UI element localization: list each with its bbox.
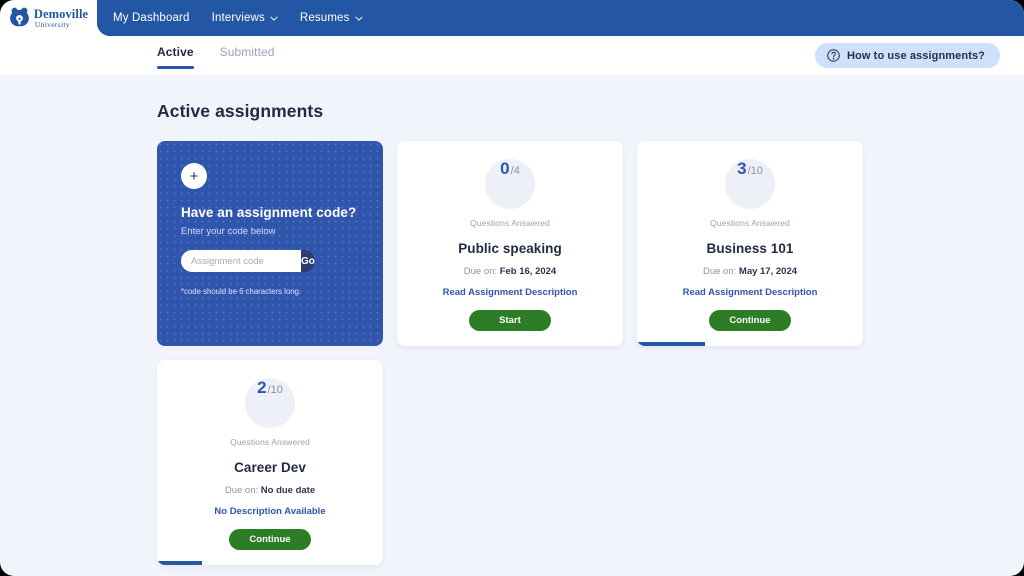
chevron-down-icon — [354, 16, 363, 21]
assignment-title: Career Dev — [234, 460, 306, 475]
due-prefix: Due on: — [702, 266, 739, 277]
assignment-description-link[interactable]: Read Assignment Description — [443, 287, 578, 298]
due-value: May 17, 2024 — [738, 266, 798, 277]
assignment-due: Due on: May 17, 2024 — [703, 266, 797, 277]
tab-label: Submitted — [219, 44, 275, 59]
questions-answered-circle: 3 /10 — [725, 159, 775, 209]
how-to-use-assignments-button[interactable]: How to use assignments? — [815, 43, 1000, 68]
assignment-progress-bar — [637, 342, 863, 346]
assignment-card: 0 /4 Questions Answered Public speaking … — [397, 141, 623, 346]
nav-item-interviews[interactable]: Interviews — [212, 12, 278, 24]
nav-item-resumes[interactable]: Resumes — [300, 12, 363, 24]
tab-active[interactable]: Active — [157, 45, 194, 69]
questions-total-count: /10 — [747, 165, 763, 177]
questions-answered-label: Questions Answered — [230, 437, 310, 447]
nav-item-label: My Dashboard — [113, 12, 190, 24]
sub-header: Active Submitted How to use assignments? — [0, 36, 1024, 75]
assignment-progress-fill — [157, 561, 203, 565]
nav-item-label: Resumes — [299, 12, 350, 24]
assignment-code-input[interactable] — [181, 250, 301, 272]
assignment-action-button[interactable]: Start — [469, 310, 551, 331]
questions-answered-count: 0 — [500, 159, 510, 178]
assignment-description-link[interactable]: No Description Available — [214, 506, 325, 517]
app-window: Demoville University My Dashboard Interv… — [0, 0, 1024, 576]
main-content: Active assignments + Have an assignment … — [0, 75, 1024, 565]
assignment-title: Business 101 — [706, 241, 794, 256]
assignment-code-note: *code should be 6 characters long. — [181, 287, 302, 296]
questions-answered-circle: 0 /4 — [485, 159, 535, 209]
question-circle-icon — [827, 49, 840, 62]
assignment-code-go-button[interactable]: Go — [301, 250, 315, 272]
questions-answered-count: 3 — [737, 159, 747, 178]
logo-home-link[interactable]: Demoville University — [0, 0, 97, 36]
nav-links: My Dashboard Interviews Resumes — [97, 0, 363, 36]
logo-name: Demoville — [33, 6, 89, 21]
nav-item-label: Interviews — [211, 12, 265, 24]
tab-label: Active — [157, 44, 194, 59]
questions-answered-count: 2 — [257, 378, 267, 397]
help-pill-label: How to use assignments? — [847, 49, 985, 62]
due-value: Feb 16, 2024 — [499, 266, 557, 277]
assignment-due: Due on: Feb 16, 2024 — [464, 266, 556, 277]
assignments-grid: + Have an assignment code? Enter your co… — [157, 141, 1024, 565]
due-prefix: Due on: — [224, 485, 261, 496]
top-navbar: Demoville University My Dashboard Interv… — [0, 0, 1024, 36]
assignment-progress-bar — [397, 342, 623, 346]
assignment-card: 3 /10 Questions Answered Business 101 Du… — [637, 141, 863, 346]
questions-answered-circle: 2 /10 — [245, 378, 295, 428]
page-title: Active assignments — [157, 101, 324, 121]
chevron-down-icon — [270, 16, 278, 21]
nav-item-my-dashboard[interactable]: My Dashboard — [113, 12, 190, 24]
bear-mascot-icon — [9, 7, 29, 27]
assignment-action-button[interactable]: Continue — [709, 310, 791, 331]
due-prefix: Due on: — [463, 266, 500, 277]
questions-total-count: /10 — [267, 384, 283, 396]
assignment-tabs: Active Submitted — [157, 43, 275, 69]
assignment-action-button[interactable]: Continue — [229, 529, 311, 550]
due-value: No due date — [260, 485, 316, 496]
assignment-progress-bar — [157, 561, 383, 565]
tab-submitted[interactable]: Submitted — [220, 45, 275, 69]
questions-total-count: /4 — [510, 165, 520, 177]
assignment-code-title: Have an assignment code? — [181, 205, 357, 220]
assignment-progress-fill — [637, 342, 705, 346]
assignment-description-link[interactable]: Read Assignment Description — [683, 287, 818, 298]
questions-answered-label: Questions Answered — [470, 218, 550, 228]
questions-answered-label: Questions Answered — [710, 218, 790, 228]
logo-subtitle: University — [34, 19, 70, 29]
assignment-title: Public speaking — [458, 241, 562, 256]
assignment-card: 2 /10 Questions Answered Career Dev Due … — [157, 360, 383, 565]
assignment-code-subtitle: Enter your code below — [181, 226, 276, 237]
assignment-code-card: + Have an assignment code? Enter your co… — [157, 141, 383, 346]
assignment-code-form: Go — [181, 250, 315, 272]
assignment-due: Due on: No due date — [225, 485, 315, 496]
plus-icon[interactable]: + — [181, 163, 207, 189]
